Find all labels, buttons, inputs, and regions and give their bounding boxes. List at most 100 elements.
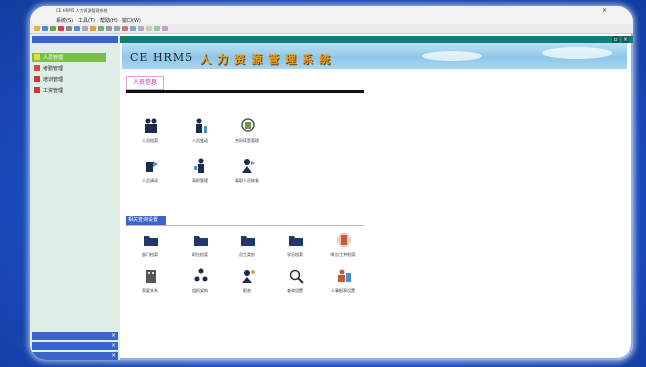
sidebar-item-label: 人员管理: [43, 55, 64, 61]
sidebar-item-attendance[interactable]: 考勤管理: [34, 64, 114, 73]
app-window: CE HRM5 人力资源管理系统 × 系统(S) 工具(T) 帮助(H) 窗口(…: [30, 6, 633, 360]
tile-label: 离职人员恢复: [235, 178, 259, 183]
close-icon[interactable]: ×: [622, 36, 629, 43]
open-icon[interactable]: [42, 26, 48, 31]
section-tab-personnel[interactable]: 人员信息: [126, 76, 165, 90]
tile-post-type-file[interactable]: 岗位/工种档案: [326, 232, 360, 266]
tile-label: 人事报表设置: [331, 288, 355, 293]
filter-icon[interactable]: [122, 26, 128, 31]
exit-icon[interactable]: [162, 26, 168, 31]
tile-label: 人员档案: [142, 138, 158, 143]
copy-icon[interactable]: [90, 26, 96, 31]
tile-label: 人员变动: [192, 138, 208, 143]
tile-personnel-transfer[interactable]: 人员调动: [133, 158, 167, 192]
window-title: CE HRM5 人力资源管理系统: [56, 8, 108, 13]
menu-system[interactable]: 系统(S): [56, 17, 73, 24]
save-icon[interactable]: [50, 26, 56, 31]
title-bar: CE HRM5 人力资源管理系统 ×: [30, 6, 633, 16]
settings-icon[interactable]: [146, 26, 152, 31]
find-icon[interactable]: [138, 26, 144, 31]
toolbar: [30, 24, 633, 34]
tile-label: 职务: [243, 288, 251, 293]
report-icon: [338, 269, 351, 282]
tile-resignation[interactable]: 离职管理: [183, 158, 217, 192]
section-divider: [126, 90, 364, 93]
wallet-icon: [34, 87, 40, 93]
tile-label: 岗位/工种档案: [330, 252, 356, 257]
delete-icon[interactable]: [58, 26, 64, 31]
menu-help[interactable]: 帮助(H): [100, 17, 118, 24]
new-icon[interactable]: [34, 26, 40, 31]
folder-icon: [194, 236, 208, 246]
person-change-icon: [196, 118, 207, 133]
tile-personnel-change[interactable]: 人员变动: [183, 118, 217, 152]
tile-label: 合同续签管理: [235, 138, 259, 143]
tile-query-settings[interactable]: 查询设置: [278, 268, 312, 302]
tile-contract-renewal[interactable]: 合同续签管理: [230, 118, 264, 152]
magnifier-icon: [289, 269, 304, 284]
sidebar-item-label: 培训管理: [43, 77, 64, 83]
sidebar-item-label: 工资管理: [43, 88, 64, 94]
menu-tools[interactable]: 工具(T): [78, 17, 95, 24]
sidebar-footer-bar[interactable]: ×: [32, 352, 118, 360]
sidebar-footer-bar[interactable]: ×: [32, 332, 118, 340]
sidebar-footer-bar[interactable]: ×: [32, 342, 118, 350]
contract-icon: [241, 118, 255, 132]
menu-window[interactable]: 窗口(W): [122, 17, 141, 24]
tile-label: 查询设置: [287, 288, 303, 293]
tile-label: 家庭关系: [142, 288, 158, 293]
restore-icon[interactable]: ▫: [612, 36, 619, 43]
tile-label: 人员调动: [142, 178, 158, 183]
tile-org-chart[interactable]: 组织架构: [183, 268, 217, 302]
tile-family-relations[interactable]: 家庭关系: [133, 268, 167, 302]
brand-name: CE HRM5: [130, 51, 194, 64]
help-icon[interactable]: [154, 26, 160, 31]
restore-person-icon: [242, 159, 255, 173]
preview-icon[interactable]: [74, 26, 80, 31]
tile-label: 部门档案: [142, 252, 158, 257]
tile-label: 员工类别: [239, 252, 255, 257]
cloud-decoration: [422, 51, 482, 61]
tile-label: 离职管理: [192, 178, 208, 183]
cloud-decoration: [542, 47, 612, 59]
close-icon[interactable]: ×: [602, 7, 607, 14]
sidebar-header: [32, 36, 118, 43]
print-icon[interactable]: [66, 26, 72, 31]
folder-icon: [241, 236, 255, 246]
folder-icon: [144, 236, 158, 246]
sidebar-item-training[interactable]: 培训管理: [34, 75, 114, 84]
collapse-icon[interactable]: ×: [111, 342, 116, 349]
collapse-icon[interactable]: ×: [111, 352, 116, 359]
tile-label: 职位档案: [192, 252, 208, 257]
tile-restore-resigned[interactable]: 离职人员恢复: [230, 158, 264, 192]
tile-personnel-file[interactable]: 人员档案: [133, 118, 167, 152]
section-header-query: 相关查询设置: [126, 216, 166, 225]
tile-department-file[interactable]: 部门档案: [133, 232, 167, 266]
clock-icon: [34, 65, 40, 71]
people-icon: [145, 118, 157, 133]
collapse-icon[interactable]: ×: [111, 332, 116, 339]
refresh-icon[interactable]: [130, 26, 136, 31]
tile-education-file[interactable]: 学历档案: [278, 232, 312, 266]
redo-icon[interactable]: [114, 26, 120, 31]
person-icon: [34, 54, 40, 60]
org-chart-icon: [194, 268, 208, 282]
org-badge-icon: [337, 233, 351, 247]
menu-bar: 系统(S) 工具(T) 帮助(H) 窗口(W): [30, 16, 633, 24]
cut-icon[interactable]: [82, 26, 88, 31]
tile-employee-category[interactable]: 员工类别: [230, 232, 264, 266]
undo-icon[interactable]: [106, 26, 112, 31]
app-banner: CE HRM5 人力资源管理系统: [122, 43, 627, 69]
paste-icon[interactable]: [98, 26, 104, 31]
transfer-icon: [146, 161, 158, 172]
tile-hr-report-settings[interactable]: 人事报表设置: [326, 268, 360, 302]
workspace-tab-bar: ▫ ×: [120, 36, 633, 43]
section-divider: [126, 225, 364, 226]
folder-icon: [289, 236, 303, 246]
sidebar: 人员管理 考勤管理 培训管理 工资管理 × × ×: [30, 34, 120, 360]
tile-job-title[interactable]: 职务: [230, 268, 264, 302]
sidebar-item-personnel[interactable]: 人员管理: [34, 53, 114, 62]
tile-label: 学历档案: [287, 252, 303, 257]
tile-position-file[interactable]: 职位档案: [183, 232, 217, 266]
sidebar-item-salary[interactable]: 工资管理: [34, 86, 114, 95]
